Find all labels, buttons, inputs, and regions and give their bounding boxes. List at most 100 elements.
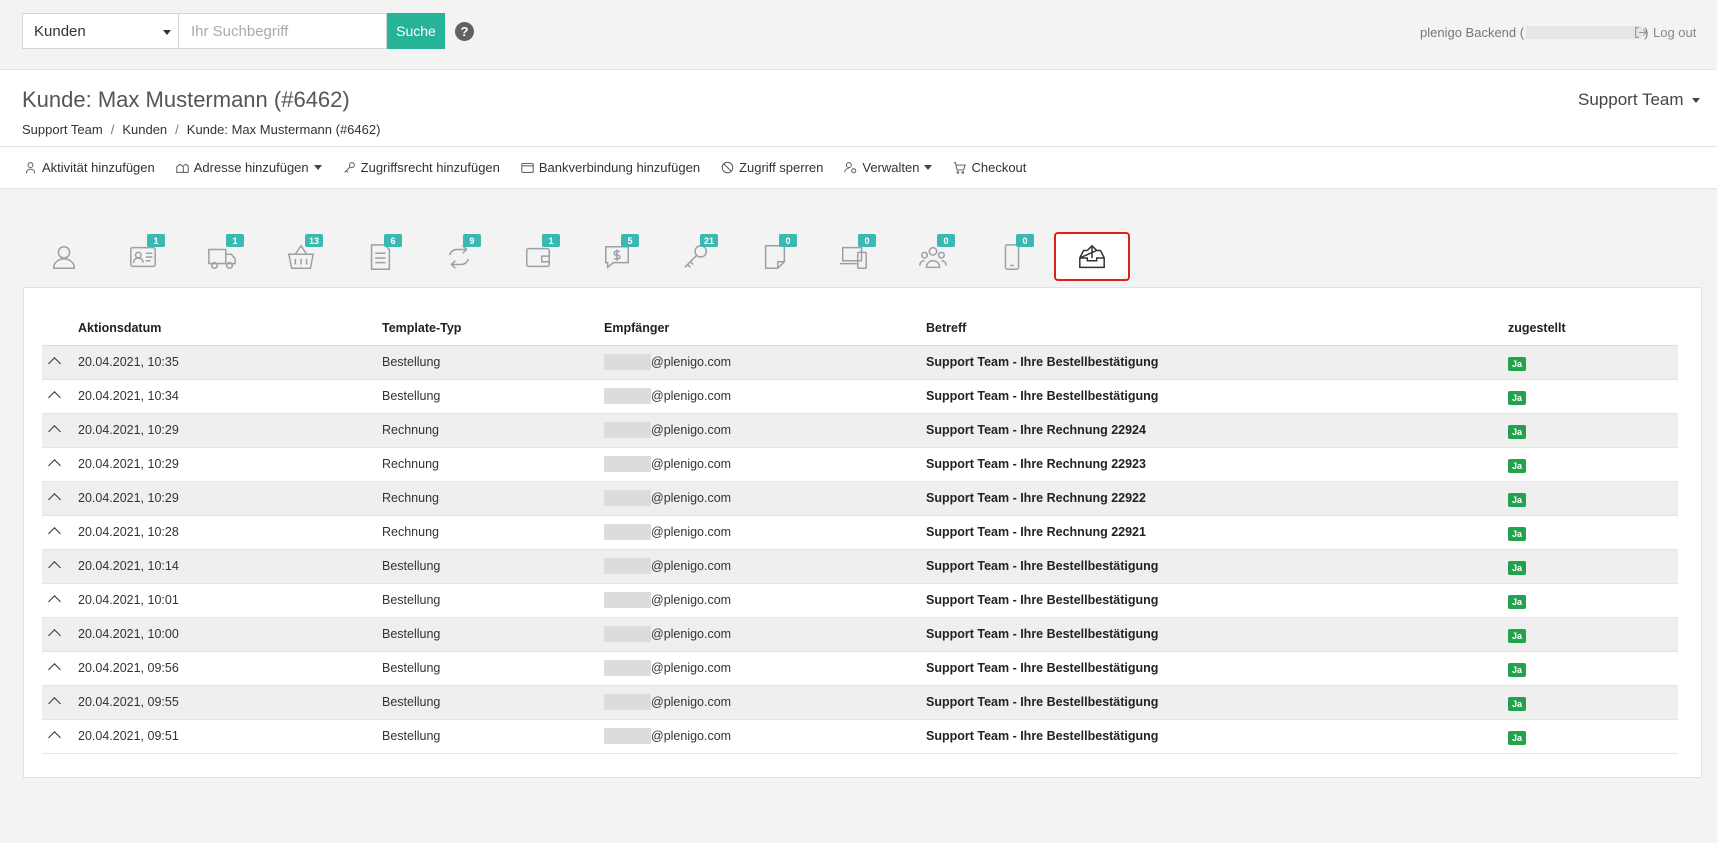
add-access-right-label: Zugriffsrecht hinzufügen [360,160,500,175]
cell-subject: Support Team - Ihre Bestellbestätigung [926,685,1508,720]
table-row[interactable]: 20.04.2021, 09:55 Bestellung @plenigo.com S… [42,685,1678,720]
tab-sent-emails[interactable] [1054,232,1130,281]
tab-devices[interactable]: 0 [814,228,893,286]
table-row[interactable]: 20.04.2021, 10:34 Bestellung @plenigo.com S… [42,379,1678,414]
header-subject[interactable]: Betreff [926,311,1508,346]
tab-mobile[interactable]: 0 [972,228,1051,286]
manage-dropdown[interactable]: Verwalten [844,160,933,175]
user-icon [52,245,75,269]
tab-transactions[interactable]: 5 [577,228,656,286]
email-domain: @plenigo.com [651,423,732,437]
chevron-up-icon[interactable] [48,662,61,676]
add-activity-button[interactable]: Aktivität hinzufügen [24,160,155,175]
breadcrumb-item-team[interactable]: Support Team [22,122,103,137]
add-bank-account-button[interactable]: Bankverbindung hinzufügen [521,160,700,175]
row-toggle[interactable] [42,413,78,448]
team-label: Support Team [1578,90,1684,109]
cell-subject: Support Team - Ihre Bestellbestätigung [926,583,1508,618]
chevron-up-icon[interactable] [48,356,61,370]
row-toggle[interactable] [42,617,78,652]
table-header-row: Aktionsdatum Template-Typ Empfänger Betr… [42,311,1678,346]
chevron-up-icon[interactable] [48,560,61,574]
manage-icon [844,162,857,174]
chevron-up-icon[interactable] [48,492,61,506]
tab-badge: 1 [147,234,165,247]
add-access-right-button[interactable]: Zugriffsrecht hinzufügen [343,160,500,175]
cell-subject: Support Team - Ihre Bestellbestätigung [926,651,1508,686]
row-toggle[interactable] [42,685,78,720]
block-access-button[interactable]: Zugriff sperren [721,160,823,175]
header-delivered[interactable]: zugestellt [1508,311,1678,346]
chevron-up-icon[interactable] [48,628,61,642]
tab-subscriptions[interactable]: 9 [419,228,498,286]
chevron-up-icon[interactable] [48,594,61,608]
chevron-up-icon[interactable] [48,526,61,540]
logout-link[interactable]: Log out [1634,25,1696,40]
tab-payment-methods[interactable]: 1 [498,228,577,286]
chevron-up-icon[interactable] [48,424,61,438]
status-badge: Ja [1508,662,1527,677]
row-toggle[interactable] [42,515,78,550]
row-toggle[interactable] [42,447,78,482]
table-row[interactable]: 20.04.2021, 09:51 Bestellung @plenigo.com S… [42,719,1678,754]
block-icon [721,161,734,174]
tab-access-rights[interactable]: 21 [656,228,735,286]
tab-profile[interactable] [24,228,103,286]
add-address-button[interactable]: Adresse hinzufügen [176,160,322,175]
table-row[interactable]: 20.04.2021, 10:00 Bestellung @plenigo.com S… [42,617,1678,652]
tab-users[interactable]: 0 [893,228,972,286]
team-dropdown[interactable]: Support Team [1578,90,1700,110]
cell-type: Bestellung [382,345,604,380]
cell-delivered: Ja [1508,413,1678,448]
tab-badge: 21 [700,234,719,247]
tab-shipping[interactable]: 1 [182,228,261,286]
chevron-up-icon[interactable] [48,730,61,744]
redacted-email-user [604,524,651,540]
tab-badge: 0 [779,234,797,247]
cell-date: 20.04.2021, 10:35 [78,345,382,380]
chevron-up-icon[interactable] [48,696,61,710]
row-toggle[interactable] [42,379,78,414]
header-type[interactable]: Template-Typ [382,311,604,346]
row-toggle[interactable] [42,583,78,618]
cell-date: 20.04.2021, 09:55 [78,685,382,720]
table-row[interactable]: 20.04.2021, 10:14 Bestellung @plenigo.com S… [42,549,1678,584]
cell-subject: Support Team - Ihre Rechnung 22922 [926,481,1508,516]
header-date[interactable]: Aktionsdatum [78,311,382,346]
email-domain: @plenigo.com [651,355,732,369]
key-icon [343,162,355,173]
table-row[interactable]: 20.04.2021, 10:29 Rechnung @plenigo.com Sup… [42,413,1678,448]
help-icon[interactable]: ? [455,22,474,41]
table-row[interactable]: 20.04.2021, 10:28 Rechnung @plenigo.com Sup… [42,515,1678,550]
cell-subject: Support Team - Ihre Bestellbestätigung [926,617,1508,652]
breadcrumb-item-current: Kunde: Max Mustermann (#6462) [186,122,381,137]
chevron-up-icon[interactable] [48,390,61,404]
redacted-email-user [604,388,651,404]
tab-invoices[interactable]: 6 [340,228,419,286]
breadcrumb-item-customers[interactable]: Kunden [122,122,167,137]
table-row[interactable]: 20.04.2021, 10:01 Bestellung @plenigo.com S… [42,583,1678,618]
chevron-up-icon[interactable] [48,458,61,472]
search-button[interactable]: Suche [387,13,445,49]
row-toggle[interactable] [42,549,78,584]
table-row[interactable]: 20.04.2021, 10:29 Rechnung @plenigo.com Sup… [42,481,1678,516]
search-scope-select[interactable]: Kunden [22,13,178,49]
tab-notes[interactable]: 0 [735,228,814,286]
tab-badge: 13 [305,234,324,247]
cell-date: 20.04.2021, 10:28 [78,515,382,550]
row-toggle[interactable] [42,651,78,686]
table-row[interactable]: 20.04.2021, 09:56 Bestellung @plenigo.com S… [42,651,1678,686]
search-input[interactable] [178,13,387,49]
table-row[interactable]: 20.04.2021, 10:35 Bestellung @plenigo.com S… [42,345,1678,380]
row-toggle[interactable] [42,481,78,516]
tab-contact[interactable]: 1 [103,228,182,286]
table-row[interactable]: 20.04.2021, 10:29 Rechnung @plenigo.com Sup… [42,447,1678,482]
header-recipient[interactable]: Empfänger [604,311,926,346]
redacted-email-user [604,558,651,574]
checkout-button[interactable]: Checkout [953,160,1026,175]
row-toggle[interactable] [42,345,78,380]
row-toggle[interactable] [42,719,78,754]
tab-orders[interactable]: 13 [261,228,340,286]
cell-subject: Support Team - Ihre Bestellbestätigung [926,719,1508,754]
status-badge: Ja [1508,424,1527,439]
